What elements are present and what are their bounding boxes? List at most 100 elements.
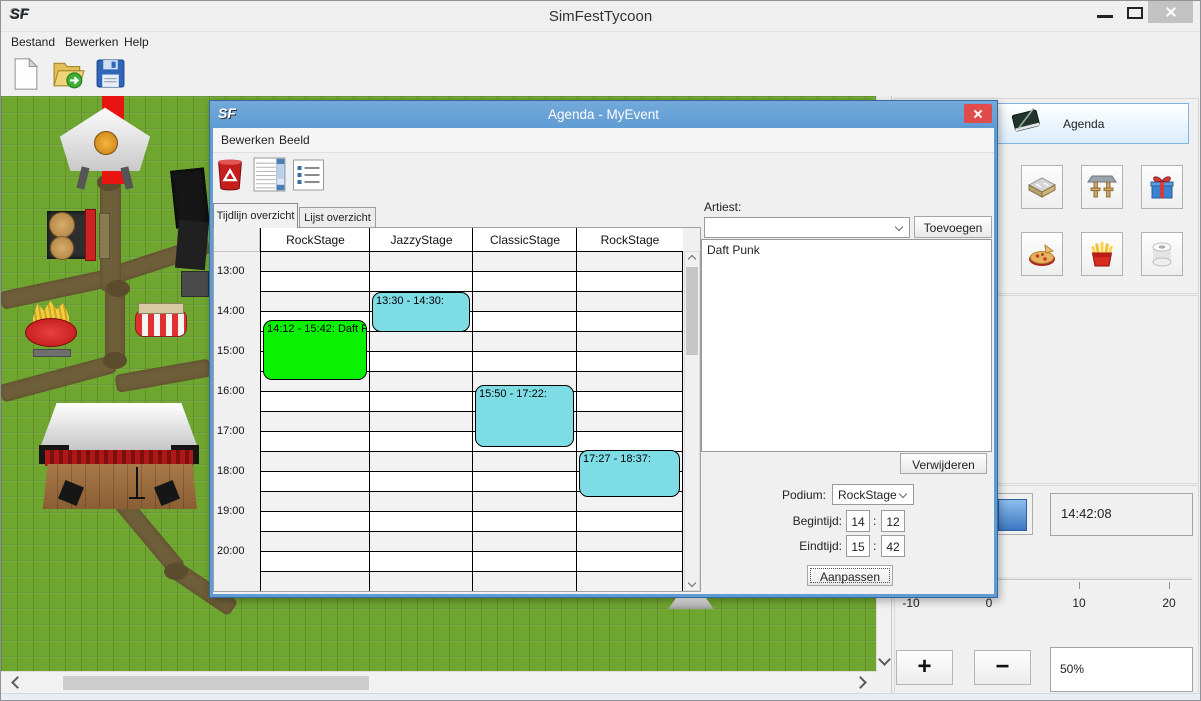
path-junction	[106, 280, 130, 297]
begin-hour-field[interactable]: 14	[846, 510, 870, 532]
close-button[interactable]	[1148, 1, 1193, 23]
main-stage-icon[interactable]	[39, 401, 201, 511]
fries-icon[interactable]	[1081, 232, 1123, 276]
scroll-up-button[interactable]	[685, 252, 699, 266]
schedule-event[interactable]: 17:27 - 18:37:	[579, 450, 680, 497]
grid-vertical-scrollbar[interactable]	[684, 251, 700, 591]
list-view-icon[interactable]	[292, 159, 325, 191]
dialog-close-button[interactable]	[964, 104, 992, 123]
road-tile-icon[interactable]	[1021, 165, 1063, 209]
scroll-right-button[interactable]	[846, 672, 874, 693]
end-time-label: Eindtijd:	[743, 539, 842, 553]
time-colon: :	[873, 514, 876, 528]
agenda-button[interactable]: Agenda	[996, 103, 1189, 144]
stage-column-header: RockStage	[577, 228, 683, 252]
zoom-in-button[interactable]: +	[896, 650, 953, 685]
open-folder-icon[interactable]	[51, 58, 87, 90]
save-icon[interactable]	[95, 58, 126, 89]
agenda-dialog: SF Agenda - MyEvent Bewerken Beeld Tij	[209, 100, 998, 598]
zoom-level-field[interactable]: 50%	[1050, 647, 1193, 692]
schedule-grid-panel: 13:0014:0015:0016:0017:0018:0019:0020:00…	[213, 227, 701, 592]
new-document-icon[interactable]	[13, 57, 39, 91]
delete-trash-icon[interactable]	[216, 158, 244, 191]
clock-value: 14:42:08	[1061, 506, 1192, 521]
entrance-tent-icon[interactable]	[57, 105, 153, 191]
dialog-menubar: Bewerken Beeld	[213, 128, 994, 153]
schedule-event[interactable]: 15:50 - 17:22:	[475, 385, 574, 446]
begin-minute-field[interactable]: 12	[881, 510, 905, 532]
zoom-out-button[interactable]: −	[974, 650, 1031, 685]
time-label: 13:00	[217, 265, 245, 277]
add-artist-button[interactable]: Toevoegen	[914, 216, 992, 238]
schedule-event[interactable]: 13:30 - 14:30:	[372, 292, 470, 332]
scroll-down-button[interactable]	[877, 648, 892, 671]
artist-combobox[interactable]	[704, 217, 910, 238]
timeline-view-icon[interactable]	[253, 157, 286, 192]
burger-stand-icon[interactable]	[47, 209, 107, 261]
chevron-down-icon	[878, 653, 891, 666]
menu-bestand[interactable]: Bestand	[11, 35, 55, 49]
stage-structure-icon[interactable]	[1081, 165, 1123, 209]
small-tent-icon	[664, 598, 718, 609]
podium-combobox-value: RockStage	[838, 488, 897, 502]
scrollbar-thumb[interactable]	[686, 267, 698, 355]
path-junction	[164, 563, 188, 580]
pizza-icon[interactable]	[1021, 232, 1063, 276]
remove-artist-button[interactable]: Verwijderen	[900, 453, 987, 474]
chevron-down-icon	[899, 490, 907, 498]
scroll-left-button[interactable]	[3, 672, 31, 693]
time-label: 14:00	[217, 305, 245, 317]
end-hour-field[interactable]: 15	[846, 535, 870, 557]
chevron-right-icon	[854, 676, 867, 689]
end-minute-field[interactable]: 42	[881, 535, 905, 557]
menu-bewerken[interactable]: Bewerken	[65, 35, 118, 49]
app-window: SF SimFestTycoon Bestand Bewerken Help	[0, 0, 1201, 701]
map-horizontal-scrollbar[interactable]	[1, 671, 876, 693]
dialog-title: Agenda - MyEvent	[210, 107, 997, 122]
scrollbar-thumb[interactable]	[63, 676, 369, 690]
tab-list-overview[interactable]: Lijst overzicht	[299, 207, 376, 228]
main-titlebar: SF SimFestTycoon	[1, 1, 1200, 31]
dialog-menu-beeld[interactable]: Beeld	[279, 133, 310, 147]
dialog-menu-bewerken[interactable]: Bewerken	[221, 133, 274, 147]
slider-label: 20	[1154, 596, 1184, 610]
artist-listbox[interactable]: Daft Punk	[701, 239, 992, 452]
slider-label: 0	[974, 596, 1004, 610]
chevron-left-icon	[11, 676, 24, 689]
play-icon	[998, 499, 1027, 531]
grid-corner-cell	[214, 228, 260, 252]
chevron-up-icon	[688, 255, 696, 263]
chevron-down-icon	[688, 579, 696, 587]
toilet-paper-icon[interactable]	[1141, 232, 1183, 276]
minimize-button[interactable]	[1097, 15, 1113, 18]
grid-column-line	[369, 228, 370, 592]
fries-stand-icon[interactable]	[25, 301, 77, 355]
stage-column-header: RockStage	[261, 228, 370, 252]
tab-timeline-overview[interactable]: Tijdlijn overzicht	[213, 203, 298, 228]
schedule-table[interactable]: RockStageJazzyStageClassicStageRockStage…	[260, 228, 683, 592]
menu-help[interactable]: Help	[124, 35, 149, 49]
time-label: 16:00	[217, 385, 245, 397]
podium-label: Podium:	[753, 488, 826, 502]
dirt-path	[114, 358, 212, 392]
main-toolbar	[1, 51, 1200, 96]
main-menubar: Bestand Bewerken Help	[1, 31, 1200, 52]
slider-tick	[1079, 582, 1080, 589]
dialog-titlebar[interactable]: SF Agenda - MyEvent	[210, 101, 997, 128]
ticket-booth-icon[interactable]	[135, 303, 187, 337]
stage-equipment-icon[interactable]	[171, 169, 211, 299]
artist-list-item[interactable]: Daft Punk	[707, 243, 991, 257]
time-label: 20:00	[217, 545, 245, 557]
dirt-path	[1, 355, 117, 403]
time-label: 18:00	[217, 465, 245, 477]
schedule-event[interactable]: 14:12 - 15:42: Daft Punk	[263, 320, 367, 380]
time-label: 19:00	[217, 505, 245, 517]
time-label: 17:00	[217, 425, 245, 437]
maximize-button[interactable]	[1127, 7, 1143, 19]
podium-combobox[interactable]: RockStage	[832, 484, 914, 505]
apply-button[interactable]: Aanpassen	[807, 565, 893, 586]
scroll-down-button[interactable]	[685, 576, 699, 590]
clock-display: 14:42:08	[1050, 493, 1193, 536]
slider-tick	[1169, 582, 1170, 589]
gift-icon[interactable]	[1141, 165, 1183, 209]
